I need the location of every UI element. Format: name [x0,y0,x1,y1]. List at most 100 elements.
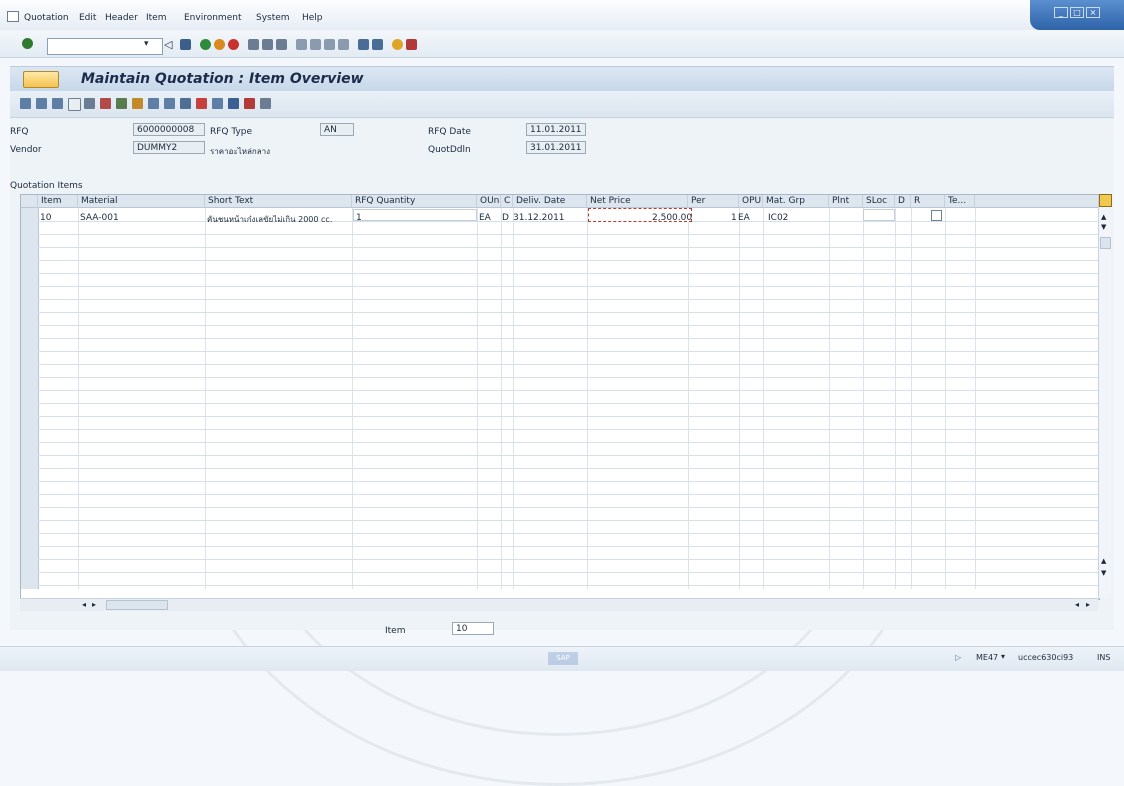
r-checkbox[interactable] [931,210,942,221]
document-icon[interactable] [148,98,159,109]
new-item-icon[interactable] [68,98,81,111]
quotddln-field[interactable]: 31.01.2011 [526,141,586,154]
col-deliv-date[interactable]: Deliv. Date [513,195,587,208]
vertical-scrollbar[interactable]: ▲ ▼ ▲ ▼ [1098,207,1111,598]
cell-c[interactable]: D [502,213,509,223]
table-icon[interactable] [164,98,175,109]
col-r[interactable]: R [911,195,945,208]
save-icon[interactable] [180,39,191,50]
prev-page-icon[interactable] [310,39,321,50]
col-net-price[interactable]: Net Price [587,195,688,208]
chevron-down-icon[interactable]: ▾ [144,39,149,49]
menu-help[interactable]: Help [302,13,323,23]
scroll-thumb[interactable] [1100,237,1111,249]
menu-item[interactable]: Item [146,13,167,23]
header-icon[interactable] [20,98,31,109]
hscroll-thumb[interactable] [106,600,168,610]
edit-icon[interactable] [212,98,223,109]
insert-mode[interactable]: INS [1097,653,1110,662]
cell-short-text[interactable]: คันชนหน้าเก๋งเลขัยไม่เกิน 2000 cc. [207,213,332,226]
row-selector-column[interactable] [21,208,39,589]
select-all-cell[interactable] [21,195,38,208]
print-preview-icon[interactable] [100,98,111,109]
new-session-icon[interactable] [358,39,369,50]
transaction-code[interactable]: ME47 [976,653,998,662]
services-icon[interactable] [180,98,191,109]
minimize-button[interactable]: _ [1054,7,1068,18]
enter-icon[interactable] [22,38,33,49]
col-material[interactable]: Material [78,195,205,208]
texts-icon[interactable] [244,98,255,109]
cell-per[interactable]: 1 [731,213,737,223]
first-page-icon[interactable] [296,39,307,50]
next-page-icon[interactable] [324,39,335,50]
scroll-left-end-icon[interactable]: ◂ [1075,600,1079,609]
menu-system[interactable]: System [256,13,290,23]
exit-icon[interactable] [214,39,225,50]
cell-material[interactable]: SAA-001 [80,213,119,223]
menu-edit[interactable]: Edit [79,13,96,23]
last-page-icon[interactable] [338,39,349,50]
cell-mat-grp[interactable]: IC02 [768,213,788,223]
cell-opu[interactable]: EA [738,213,750,223]
column-settings-icon[interactable] [1099,194,1112,207]
sloc-input[interactable] [863,209,895,221]
cell-rfq-quantity[interactable]: 1 [356,213,362,223]
menu-environment[interactable]: Environment [184,13,241,23]
cell-net-price[interactable]: 2,500.00 [652,213,692,223]
col-c[interactable]: C [501,195,513,208]
help-icon[interactable] [392,39,403,50]
col-mat-grp[interactable]: Mat. Grp [763,195,829,208]
rfq-date-field[interactable]: 11.01.2011 [526,123,586,136]
col-item[interactable]: Item [38,195,78,208]
header-details-icon[interactable] [36,98,47,109]
scroll-right-icon[interactable]: ▸ [92,600,96,609]
col-per[interactable]: Per [688,195,739,208]
col-plnt[interactable]: Plnt [829,195,863,208]
scroll-left-icon[interactable]: ◂ [82,600,86,609]
cell-deliv-date[interactable]: 31.12.2011 [513,213,565,223]
scroll-right-end-icon[interactable]: ▸ [1086,600,1090,609]
col-d[interactable]: D [895,195,911,208]
back-arrow-icon[interactable]: ◁ [164,38,172,51]
shortcut-icon[interactable] [372,39,383,50]
rfq-quantity-input[interactable] [353,209,477,221]
col-short-text[interactable]: Short Text [205,195,352,208]
scroll-up-bottom-icon[interactable]: ▲ [1101,557,1106,565]
close-button[interactable]: × [1086,7,1100,18]
vendor-icon[interactable] [228,98,239,109]
rfq-number-field[interactable]: 6000000008 [133,123,205,136]
col-opu[interactable]: OPU [739,195,763,208]
col-rfq-quantity[interactable]: RFQ Quantity [352,195,477,208]
cell-item[interactable]: 10 [40,213,51,223]
menu-quotation[interactable]: Quotation [24,13,69,23]
copy-icon[interactable] [116,98,127,109]
find-next-icon[interactable] [276,39,287,50]
item-details-icon[interactable] [52,98,63,109]
menu-header[interactable]: Header [105,13,138,23]
layout-icon[interactable] [406,39,417,50]
vendor-field[interactable]: DUMMY2 [133,141,205,154]
maximize-button[interactable]: □ [1070,7,1084,18]
cell-oun[interactable]: EA [479,213,491,223]
find-icon[interactable] [262,39,273,50]
col-te[interactable]: Te... [945,195,975,208]
scroll-down-bottom-icon[interactable]: ▼ [1101,569,1106,577]
chevron-down-icon[interactable]: ▾ [1001,652,1005,661]
scroll-up-icon[interactable]: ▲ [1101,213,1106,221]
col-sloc[interactable]: SLoc [863,195,895,208]
horizontal-scrollbar[interactable]: ◂ ▸ ◂ ▸ [20,598,1098,611]
rfq-type-field[interactable]: AN [320,123,354,136]
system-menu-icon[interactable] [7,11,19,22]
scroll-down-icon[interactable]: ▼ [1101,223,1106,231]
print-icon[interactable] [248,39,259,50]
cancel-icon[interactable] [228,39,239,50]
col-oun[interactable]: OUn [477,195,501,208]
back-icon[interactable] [200,39,211,50]
filter-icon[interactable] [196,98,207,109]
conditions-icon[interactable] [132,98,143,109]
item-position-field[interactable]: 10 [452,622,494,635]
screen-menu-button[interactable] [23,71,59,88]
play-icon[interactable]: ▷ [955,653,961,662]
delete-icon[interactable] [84,98,95,109]
